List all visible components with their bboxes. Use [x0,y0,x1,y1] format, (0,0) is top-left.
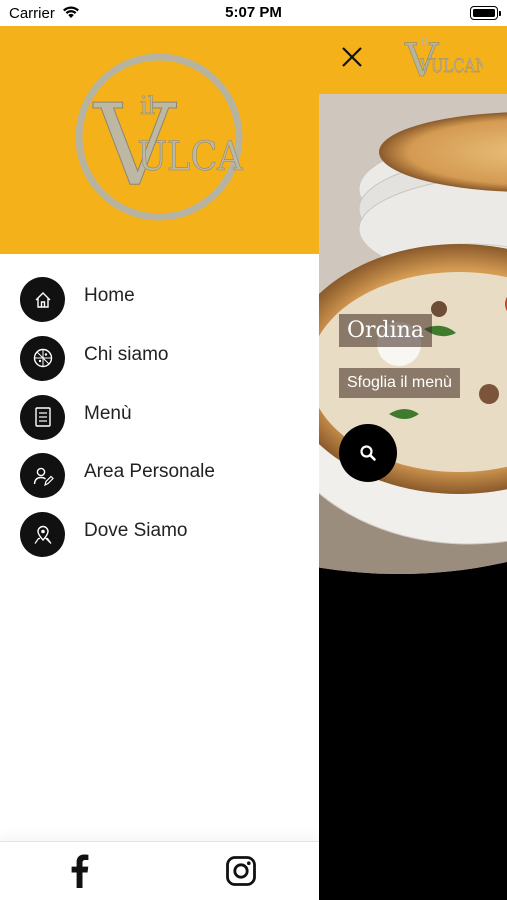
menu-item-home[interactable]: Home [0,271,319,330]
drawer-header: V il ULCANO [0,26,319,254]
battery-icon [470,6,501,20]
order-title[interactable]: Ordina [339,314,432,347]
menu-label: Home [84,285,135,306]
map-pin-icon [20,512,65,558]
nav-menu: Home Chi siamo Menù Area Personale Dove … [0,271,319,565]
user-edit-icon [20,453,65,499]
instagram-icon[interactable] [225,855,257,887]
svg-text:il: il [140,92,155,120]
home-icon [20,277,65,322]
facebook-icon[interactable] [66,854,92,888]
main-screen: V il VULCANO [319,26,507,900]
status-bar: Carrier 5:07 PM [0,0,507,26]
pizza-icon [20,335,65,381]
main-header: V il VULCANO [319,26,507,94]
svg-text:il: il [421,36,429,49]
search-icon [360,445,376,461]
menu-item-menu[interactable]: Menù [0,389,319,448]
menu-book-icon [20,394,65,440]
menu-item-chi-siamo[interactable]: Chi siamo [0,330,319,389]
close-icon [342,47,362,67]
brand-logo: V il ULCANO [74,52,303,222]
svg-text:VULCANO: VULCANO [419,55,483,77]
menu-item-area-personale[interactable]: Area Personale [0,447,319,506]
social-footer [0,841,319,900]
menu-label: Area Personale [84,461,215,483]
menu-label: Chi siamo [84,343,169,365]
header-logo: V il VULCANO [403,32,501,88]
clock: 5:07 PM [225,4,282,21]
side-drawer: V il ULCANO Home Chi siamo Menù [0,26,319,900]
search-button[interactable] [339,424,397,482]
menu-item-dove-siamo[interactable]: Dove Siamo [0,506,319,565]
close-button[interactable] [339,44,365,70]
menu-label: Menù [84,402,132,424]
menu-label: Dove Siamo [84,520,188,542]
svg-text:ULCANO: ULCANO [137,133,244,180]
browse-menu-button[interactable]: Sfoglia il menù [339,368,460,398]
